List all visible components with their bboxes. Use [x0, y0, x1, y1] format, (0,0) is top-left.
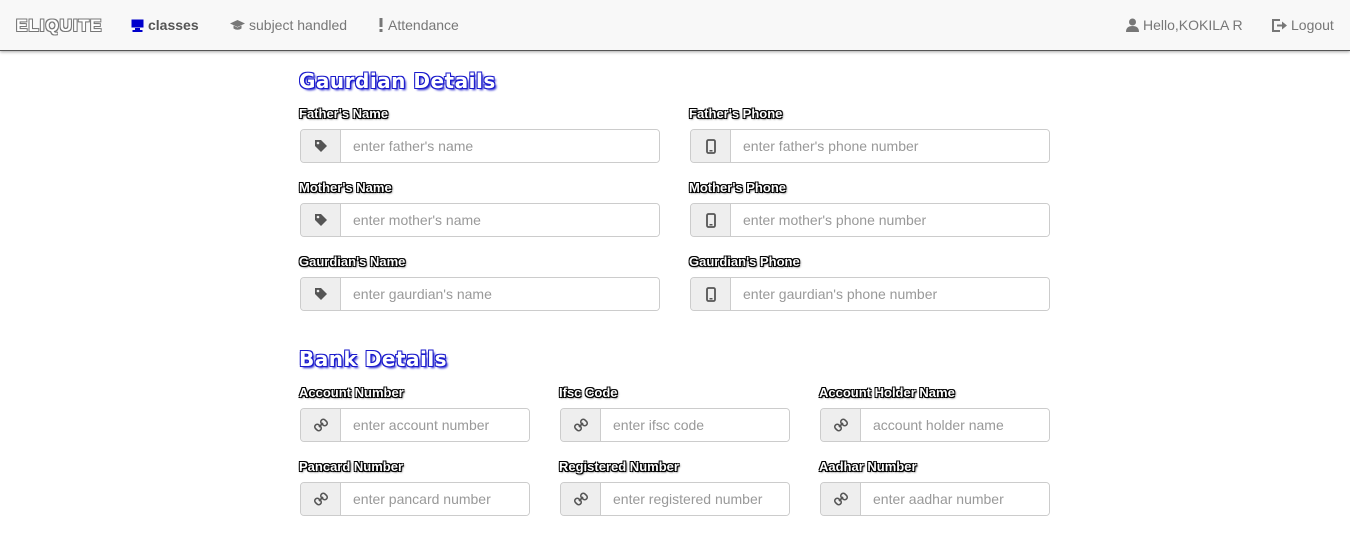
mother-name-input[interactable]: [341, 204, 659, 236]
link-icon: [561, 409, 601, 441]
link-icon: [561, 483, 601, 515]
guardian-phone-input[interactable]: [731, 278, 1049, 310]
navbar: ELIQUITE classes subject handled Attenda…: [0, 0, 1350, 51]
account-number-label: Account Number: [299, 385, 404, 400]
link-icon: [301, 409, 341, 441]
guardian-phone-label: Gaurdian's Phone: [689, 254, 800, 269]
mother-name-label: Mother's Name: [299, 180, 392, 195]
father-name-input[interactable]: [341, 130, 659, 162]
father-phone-label: Father's Phone: [689, 106, 783, 121]
father-phone-group: [690, 129, 1050, 163]
guardian-name-label: Gaurdian's Name: [299, 254, 406, 269]
nav-subject-handled[interactable]: subject handled: [230, 17, 347, 33]
tag-icon: [301, 204, 341, 236]
guardian-section-title: Gaurdian Details: [299, 69, 496, 93]
ifsc-group: [560, 408, 790, 442]
phone-icon: [691, 204, 731, 236]
father-phone-input[interactable]: [731, 130, 1049, 162]
link-icon: [821, 483, 861, 515]
holder-name-input[interactable]: [861, 409, 1049, 441]
tag-icon: [301, 278, 341, 310]
aadhar-number-label: Aadhar Number: [819, 459, 917, 474]
phone-icon: [691, 278, 731, 310]
registered-number-group: [560, 482, 790, 516]
ifsc-label: Ifsc Code: [559, 385, 618, 400]
pancard-input[interactable]: [341, 483, 529, 515]
logout-icon: [1272, 18, 1287, 32]
logout-button[interactable]: Logout: [1272, 17, 1334, 33]
nav-user-label: Hello,KOKILA R: [1143, 17, 1243, 33]
mother-name-group: [300, 203, 660, 237]
aadhar-number-input[interactable]: [861, 483, 1049, 515]
father-name-group: [300, 129, 660, 163]
pancard-label: Pancard Number: [299, 459, 404, 474]
graduation-cap-icon: [230, 19, 245, 31]
account-number-group: [300, 408, 530, 442]
nav-user[interactable]: Hello,KOKILA R: [1126, 17, 1243, 33]
holder-name-label: Account Holder Name: [819, 385, 955, 400]
nav-attendance-label: Attendance: [388, 17, 459, 33]
user-icon: [1126, 18, 1139, 32]
nav-classes[interactable]: classes: [131, 17, 199, 33]
account-number-input[interactable]: [341, 409, 529, 441]
link-icon: [821, 409, 861, 441]
bank-section-title: Bank Details: [299, 347, 448, 371]
pancard-group: [300, 482, 530, 516]
ifsc-input[interactable]: [601, 409, 789, 441]
registered-number-input[interactable]: [601, 483, 789, 515]
guardian-name-input[interactable]: [341, 278, 659, 310]
guardian-name-group: [300, 277, 660, 311]
guardian-phone-group: [690, 277, 1050, 311]
phone-icon: [691, 130, 731, 162]
registered-number-label: Registered Number: [559, 459, 679, 474]
exclamation-icon: [378, 18, 384, 32]
nav-attendance[interactable]: Attendance: [378, 17, 459, 33]
mother-phone-input[interactable]: [731, 204, 1049, 236]
nav-classes-label: classes: [148, 17, 199, 33]
nav-subject-handled-label: subject handled: [249, 17, 348, 33]
monitor-icon: [131, 19, 144, 32]
logout-label: Logout: [1291, 17, 1334, 33]
holder-name-group: [820, 408, 1050, 442]
mother-phone-group: [690, 203, 1050, 237]
aadhar-number-group: [820, 482, 1050, 516]
mother-phone-label: Mother's Phone: [689, 180, 786, 195]
brand-logo[interactable]: ELIQUITE: [16, 16, 102, 36]
tag-icon: [301, 130, 341, 162]
link-icon: [301, 483, 341, 515]
father-name-label: Father's Name: [299, 106, 389, 121]
